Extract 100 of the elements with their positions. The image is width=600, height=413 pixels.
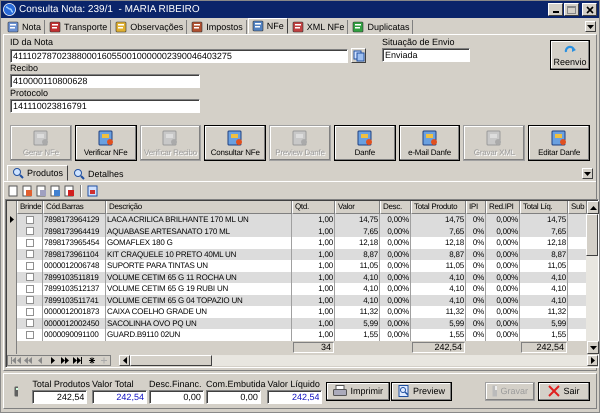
toolbar-button[interactable] [21, 184, 34, 198]
column-header[interactable]: Sub [568, 201, 587, 214]
action-button[interactable]: Verificar NFe [74, 125, 137, 161]
caret-icon [590, 206, 596, 210]
toolbar-button[interactable] [63, 184, 76, 198]
field-label: Valor Líquido [267, 378, 321, 390]
caret-icon [122, 356, 126, 364]
column-header[interactable]: Total Produto [411, 201, 466, 214]
table-row[interactable]: 7899103511819 VOLUME CETIM 65 G 11 ROCHA UN 1,00 4,10 0,00% 4,10 0% 0,00% 4,10 [7, 272, 586, 283]
checkbox[interactable] [26, 273, 34, 282]
checkbox[interactable] [26, 262, 34, 270]
field-label: Situação de Envio [382, 37, 456, 48]
document-icon [485, 129, 504, 147]
column-total: 34 [293, 342, 334, 353]
checkbox[interactable] [26, 284, 34, 293]
checkbox[interactable] [26, 330, 34, 339]
total-field[interactable]: 0,00 [206, 390, 261, 404]
action-button[interactable]: e-Mail Danfe [398, 125, 460, 161]
total-field[interactable]: 242,54 [267, 390, 322, 404]
close-button[interactable] [582, 3, 597, 16]
table-row[interactable]: 7898173964419 AQUABASE ARTESANATO 170 ML 1,00 7,65 0,00% 7,65 0% 0,00% 7,65 [7, 226, 586, 237]
column-header[interactable]: Red.IPI [486, 201, 520, 214]
table-row[interactable]: 7898173964129 LACA ACRILICA BRILHANTE 170 ML UN 1,00 14,75 0,00% 14,75 0% 0,00% 14,75 [7, 214, 586, 226]
document-icon [356, 129, 374, 147]
document-icon [64, 184, 75, 196]
action-button[interactable]: Editar Danfe [528, 125, 590, 161]
checkbox[interactable] [26, 227, 34, 236]
window-title: Consulta Nota: 239/1 - MARIA RIBEIRO [19, 4, 201, 15]
checkbox[interactable] [26, 296, 34, 304]
footer-button[interactable]: Sair [538, 382, 590, 400]
toolbar-button[interactable] [7, 184, 20, 198]
document-icon [161, 129, 180, 147]
column-header[interactable]: Valor [335, 201, 380, 214]
caret-icon [587, 24, 594, 28]
tab[interactable]: Produtos [7, 165, 68, 181]
calculator-icon [14, 386, 18, 396]
copy-icon [352, 50, 364, 62]
footer-button[interactable]: Imprimir [326, 382, 390, 400]
field-label: Desc.Financ. [148, 378, 202, 390]
printer-icon [333, 385, 348, 397]
checkbox[interactable] [26, 238, 34, 247]
document-icon [420, 129, 439, 147]
table-row[interactable]: 7898173961104 KIT CRAQUELE 10 PRETO 40ML UN 1,00 8,87 0,00% 8,87 0% 0,00% 8,87 [7, 248, 586, 260]
total-field[interactable]: 0,00 [148, 390, 204, 404]
maximize-icon [567, 6, 576, 14]
column-total: 242,54 [412, 342, 465, 353]
horizontal-scrollbar[interactable] [119, 354, 598, 366]
column-header[interactable]: Cód.Barras [43, 201, 106, 214]
field-label: Recibo [10, 63, 40, 74]
document-icon [550, 129, 568, 147]
field-label: Valor Total [92, 378, 135, 390]
toolbar-button[interactable] [35, 184, 48, 198]
toolbar-button[interactable] [49, 184, 62, 198]
id-field[interactable]: 41110278702388000160550010000002390046403275 [10, 48, 348, 62]
resend-button[interactable]: Reenvio [550, 40, 590, 70]
toolbar-button[interactable] [86, 184, 99, 198]
document-icon [50, 184, 61, 196]
column-total: 242,54 [521, 342, 567, 353]
field-label: Total Produtos [32, 378, 90, 390]
protocol-field[interactable]: 141110023816791 [10, 99, 200, 113]
total-field[interactable]: 242,54 [32, 390, 88, 404]
column-header[interactable]: Brinde [17, 201, 43, 214]
field-label: Com.Embutida [206, 378, 266, 390]
status-field[interactable]: Enviada [382, 48, 470, 62]
action-button[interactable]: Consultar NFe [204, 125, 266, 161]
copy-button[interactable] [351, 48, 366, 63]
document-icon [226, 129, 244, 147]
column-header[interactable]: Descrição [106, 201, 292, 214]
minimize-button[interactable] [548, 3, 563, 16]
dropdown-button[interactable] [582, 168, 593, 179]
scroll-down-button[interactable] [587, 341, 599, 354]
document-icon [8, 184, 19, 196]
footer-button[interactable]: Preview [390, 382, 452, 400]
checkbox[interactable] [26, 308, 34, 316]
document-icon [96, 129, 115, 147]
checkbox[interactable] [26, 250, 34, 258]
field-label: Protocolo [10, 88, 50, 99]
document-icon [32, 129, 50, 147]
checkbox[interactable] [26, 319, 34, 328]
document-icon [291, 129, 310, 147]
tab[interactable]: NFe [248, 18, 288, 34]
vertical-scrollbar[interactable] [586, 214, 598, 341]
current-row-icon [10, 216, 14, 224]
scroll-up-button[interactable] [587, 201, 599, 214]
total-field[interactable]: 242,54 [92, 390, 147, 404]
table-row[interactable]: 7899103511741 VOLUME CETIM 65 G 04 TOPAZIO UN 1,00 4,10 0,00% 4,10 0% 0,00% 4,10 [7, 294, 586, 306]
minimize-icon [552, 11, 558, 13]
close-icon [586, 6, 594, 14]
column-header[interactable]: Qtd. [292, 201, 335, 214]
dropdown-button[interactable] [585, 21, 596, 32]
checkbox[interactable] [26, 216, 34, 224]
magnifier-icon [398, 385, 410, 397]
caret-icon [584, 172, 591, 176]
table-row[interactable]: 0000012002450 SACOLINHA OVO PQ UN 1,00 5,99 0,00% 5,99 0% 0,00% 5,99 [7, 318, 586, 329]
receipt-field[interactable]: 410000110800628 [10, 74, 200, 88]
column-header[interactable]: Total Líq. [520, 201, 568, 214]
column-header[interactable]: IPI [466, 201, 486, 214]
column-header[interactable]: Desc. [380, 201, 411, 214]
action-button[interactable]: Danfe [334, 125, 396, 161]
globe-icon [3, 3, 16, 16]
